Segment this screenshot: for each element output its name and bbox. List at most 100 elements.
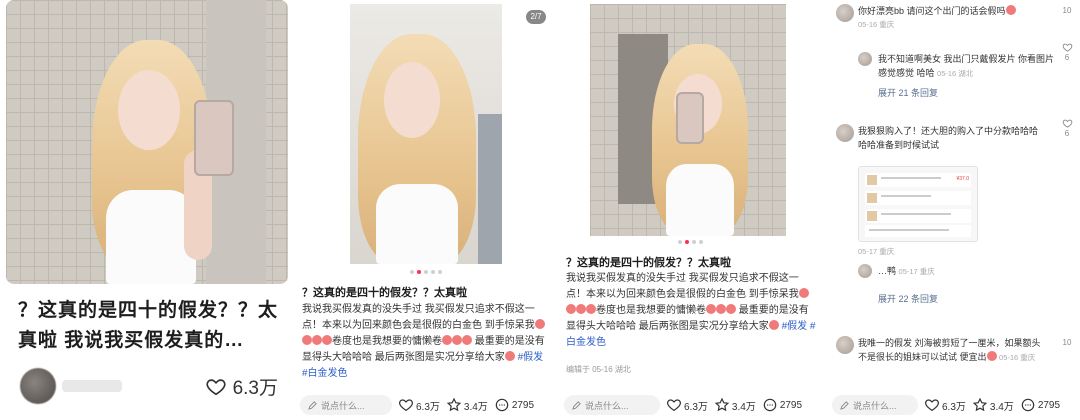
comment-icon (495, 398, 509, 412)
hashtag-link[interactable]: #假发 (782, 321, 808, 332)
page-dot (424, 270, 428, 274)
comment-body: 你好漂亮bb 请问这个出门的话会假吗 (858, 6, 1006, 16)
post-detail-page: 2/7 ？这真的是四十的假发？？太真啦 我说我买假发真的没失手过 我买假发只追求… (292, 0, 554, 420)
post-detail-page: ？这真的是四十的假发？？太真啦 我说我买假发真的没失手过 我买假发只追求不假这一… (556, 0, 822, 420)
emoji-icon (706, 304, 716, 314)
comment-icon (1021, 398, 1035, 412)
star-icon (972, 397, 988, 412)
collect-count: 3.4万 (989, 401, 1014, 413)
like-button[interactable]: 6.3万 (398, 397, 440, 413)
collect-button[interactable]: 3.4万 (972, 397, 1014, 413)
comment-time: 05-16 重庆 (999, 353, 1036, 362)
comment-input[interactable]: 说点什么... (832, 395, 918, 415)
comment-button[interactable]: 2795 (762, 397, 802, 413)
expand-replies[interactable]: 展开 21 条回复 (878, 86, 938, 99)
page-dot (431, 270, 435, 274)
commenter-avatar[interactable] (836, 336, 854, 354)
post-title[interactable]: ？这真的是四十的假发？？太真啦 我说我买假发真的… (18, 296, 280, 356)
emoji-icon (504, 351, 515, 361)
reply-avatar[interactable] (858, 264, 872, 278)
post-body: 我说我买假发真的没失手过 我买假发只追求不假这一点！本来以为回来颜色会是很假的白… (566, 271, 816, 357)
reply-text: …鸭 05-17 重庆 (878, 264, 1054, 279)
shot-thumb (867, 175, 877, 185)
edit-meta: 编辑于 05-16 湖北 (566, 365, 631, 374)
action-bar: 说点什么... 6.3万 3.4万 2795 (824, 390, 1080, 420)
page-dot (410, 270, 414, 274)
hashtag-link[interactable]: #白金发色 (302, 368, 348, 379)
emoji-icon (726, 304, 736, 314)
comment-input[interactable]: 说点什么... (300, 395, 392, 415)
page-dot (678, 240, 682, 244)
reply-time: 05-17 重庆 (898, 267, 935, 276)
emoji-icon (302, 335, 312, 345)
page-dot (438, 270, 442, 274)
collect-count: 3.4万 (731, 401, 756, 413)
reply-avatar[interactable] (858, 52, 872, 66)
image-pagination (678, 240, 703, 244)
shot-line (881, 213, 951, 215)
collect-button[interactable]: 3.4万 (446, 397, 488, 413)
comment-image[interactable]: ¥37.0 (858, 166, 978, 242)
post-body-text-2: 卷度也是我想要的慵懒卷 (596, 305, 706, 316)
comment-like-button[interactable]: 6 (1060, 118, 1074, 138)
shot-row (865, 209, 971, 223)
heart-icon (667, 399, 681, 412)
collect-button[interactable]: 3.4万 (714, 397, 756, 413)
comment-input[interactable]: 说点什么... (564, 395, 660, 415)
emoji-icon (566, 304, 576, 314)
like-count: 6.3万 (416, 401, 440, 413)
like-button[interactable]: 6.3万 (924, 397, 966, 413)
comment-like-count: 10 (1062, 338, 1072, 347)
comment-time: 05-16 重庆 (858, 20, 895, 29)
face (118, 70, 180, 150)
comment-like-button[interactable]: 10 (1060, 338, 1074, 347)
comment-button[interactable]: 2795 (494, 397, 534, 413)
emoji-icon (586, 304, 596, 314)
pencil-icon (572, 400, 581, 410)
post-body: 我说我买假发真的没失手过 我买假发只追求不假这一点！本来以为回来颜色会是很假的白… (302, 302, 548, 386)
page-dot-active (685, 240, 689, 244)
phone (676, 92, 704, 144)
shot-thumb (867, 211, 877, 221)
like-button[interactable]: 6.3万 (205, 373, 278, 400)
comment-icon (763, 398, 777, 412)
expand-replies[interactable]: 展开 22 条回复 (878, 292, 938, 305)
shot-thumb (867, 193, 877, 203)
comment-like-count: 6 (1064, 129, 1070, 138)
comments-page: 你好漂亮bb 请问这个出门的话会假吗 05-16 重庆 10 我不知道啊美女 我… (824, 0, 1080, 420)
hashtag-link[interactable]: #假发 (518, 352, 544, 363)
feed-card[interactable]: ？这真的是四十的假发？？太真啦 我说我买假发真的… 6.3万 (0, 0, 290, 420)
action-bar: 说点什么... 6.3万 3.4万 2795 (292, 390, 554, 420)
comment-count: 2795 (779, 399, 803, 411)
author-avatar[interactable] (20, 368, 56, 404)
author-name-blurred[interactable] (62, 380, 122, 392)
like-button[interactable]: 6.3万 (666, 397, 708, 413)
page-dot (692, 240, 696, 244)
shot-row (865, 225, 971, 237)
emoji-icon (442, 335, 452, 345)
heart-icon (925, 399, 939, 412)
image-pagination (410, 270, 442, 274)
post-image[interactable] (350, 4, 502, 264)
like-count: 6.3万 (684, 401, 708, 413)
reply-time: 05-16 湖北 (937, 69, 974, 78)
post-image[interactable] (590, 4, 786, 236)
heart-icon (1062, 119, 1072, 128)
comment-button[interactable]: 2795 (1020, 397, 1060, 413)
emoji-icon (462, 335, 472, 345)
commenter-avatar[interactable] (836, 4, 854, 22)
comment-placeholder: 说点什么... (853, 400, 897, 411)
heart-icon (399, 399, 413, 412)
post-cover-photo[interactable] (6, 0, 288, 284)
reply-author: …鸭 (878, 266, 897, 276)
phone (194, 100, 234, 176)
post-title: ？这真的是四十的假发？？太真啦 (566, 257, 731, 269)
comment-placeholder: 说点什么... (321, 400, 365, 411)
comment-like-button[interactable]: 10 (1060, 6, 1074, 15)
face (384, 62, 440, 138)
commenter-avatar[interactable] (836, 124, 854, 142)
comment-like-button[interactable]: 6 (1060, 42, 1074, 62)
comment-like-count: 6 (1064, 53, 1070, 62)
emoji-icon (322, 335, 332, 345)
white-top (106, 190, 196, 284)
